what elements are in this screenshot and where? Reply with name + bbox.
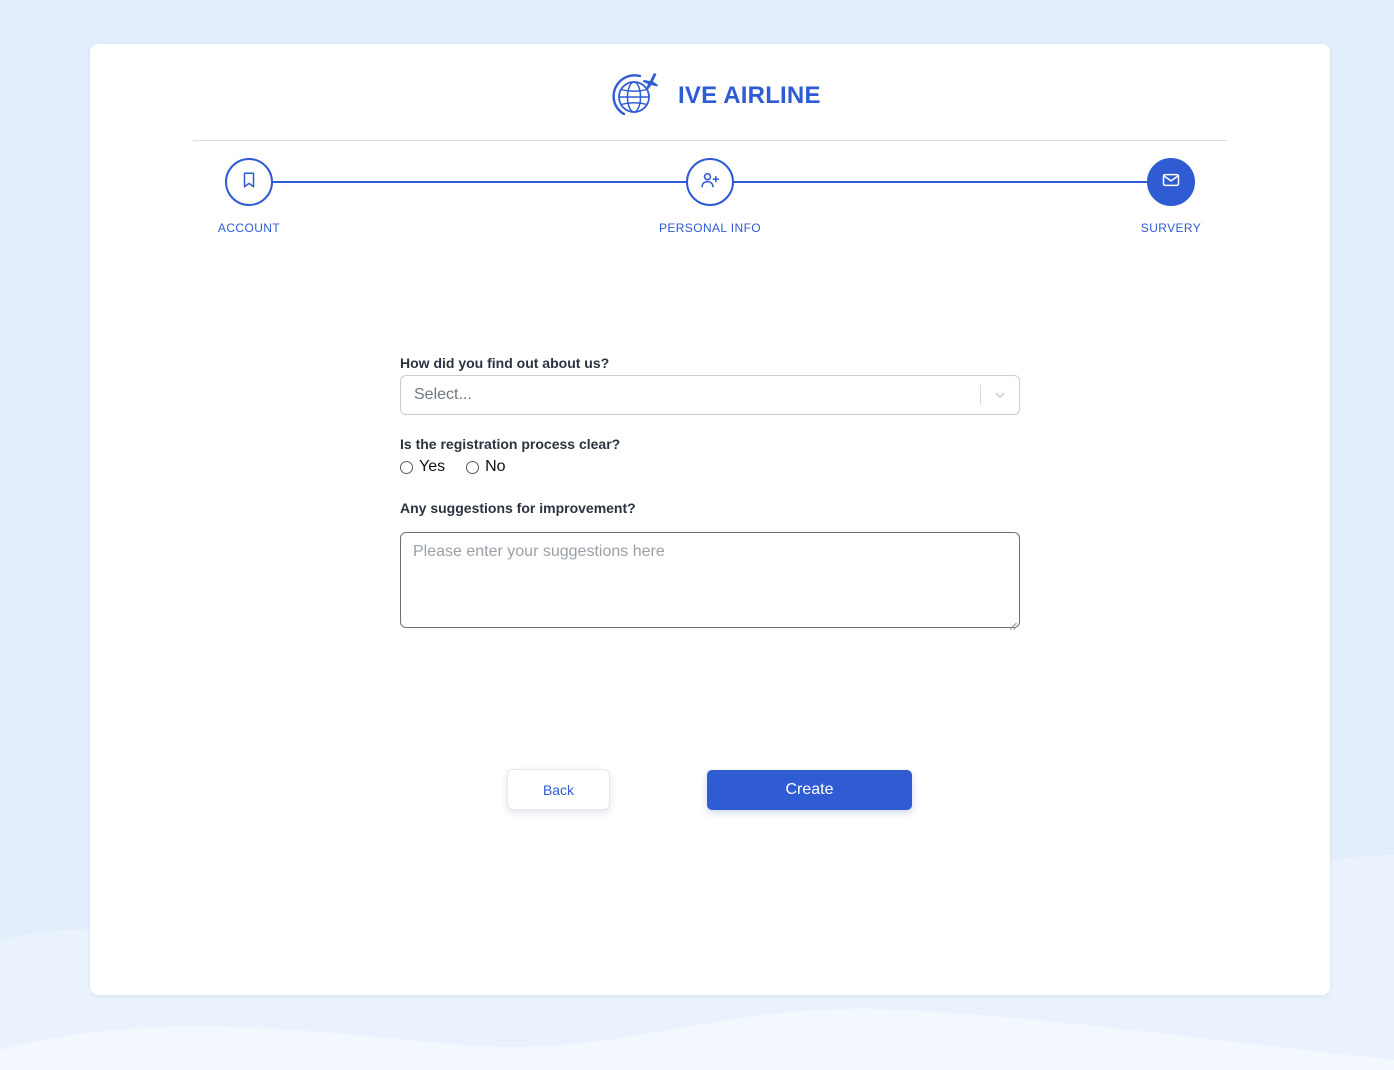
survey-form: How did you find out about us? Select...… [400, 352, 1020, 630]
step-survery-label: SURVERY [1140, 221, 1202, 235]
resize-grip-icon[interactable] [1009, 617, 1017, 630]
globe-airplane-icon [610, 68, 662, 125]
source-select-value: Select... [414, 386, 472, 403]
header-divider [193, 140, 1227, 141]
stepper-connector-2 [732, 181, 1148, 183]
source-select[interactable]: Select... [400, 375, 1020, 415]
bookmark-icon [240, 171, 258, 194]
step-account[interactable]: ACCOUNT [169, 158, 329, 235]
suggestions-placeholder: Please enter your suggestions here [413, 543, 665, 560]
clarity-no-label[interactable]: No [485, 458, 505, 476]
step-account-circle [225, 158, 273, 206]
brand-header: IVE AIRLINE [610, 68, 821, 124]
source-question-label: How did you find out about us? [400, 355, 610, 371]
create-button[interactable]: Create [707, 770, 912, 810]
step-personal-info-label: PERSONAL INFO [658, 221, 762, 235]
step-survery-circle [1147, 158, 1195, 206]
step-account-label: ACCOUNT [217, 221, 281, 235]
step-personal-info-circle [686, 158, 734, 206]
user-plus-icon [700, 170, 720, 195]
registration-card: IVE AIRLINE ACCOUNT PERSONAL INFO SURVER… [90, 44, 1330, 995]
step-survery[interactable]: SURVERY [1091, 158, 1251, 235]
clarity-yes-label[interactable]: Yes [419, 458, 445, 476]
back-button[interactable]: Back [507, 769, 610, 810]
brand-name: IVE AIRLINE [678, 82, 821, 109]
clarity-yes-radio[interactable] [400, 460, 413, 474]
clarity-no-radio[interactable] [466, 460, 480, 474]
stepper-connector-1 [271, 181, 687, 183]
clarity-question-label: Is the registration process clear? [400, 436, 621, 452]
chevron-down-icon[interactable] [981, 388, 1019, 402]
suggestions-question-label: Any suggestions for improvement? [400, 500, 636, 516]
clarity-radio-group: Yes No [400, 455, 1020, 479]
mail-icon [1161, 170, 1181, 195]
suggestions-textarea[interactable]: Please enter your suggestions here [400, 532, 1020, 630]
step-personal-info[interactable]: PERSONAL INFO [630, 158, 790, 235]
